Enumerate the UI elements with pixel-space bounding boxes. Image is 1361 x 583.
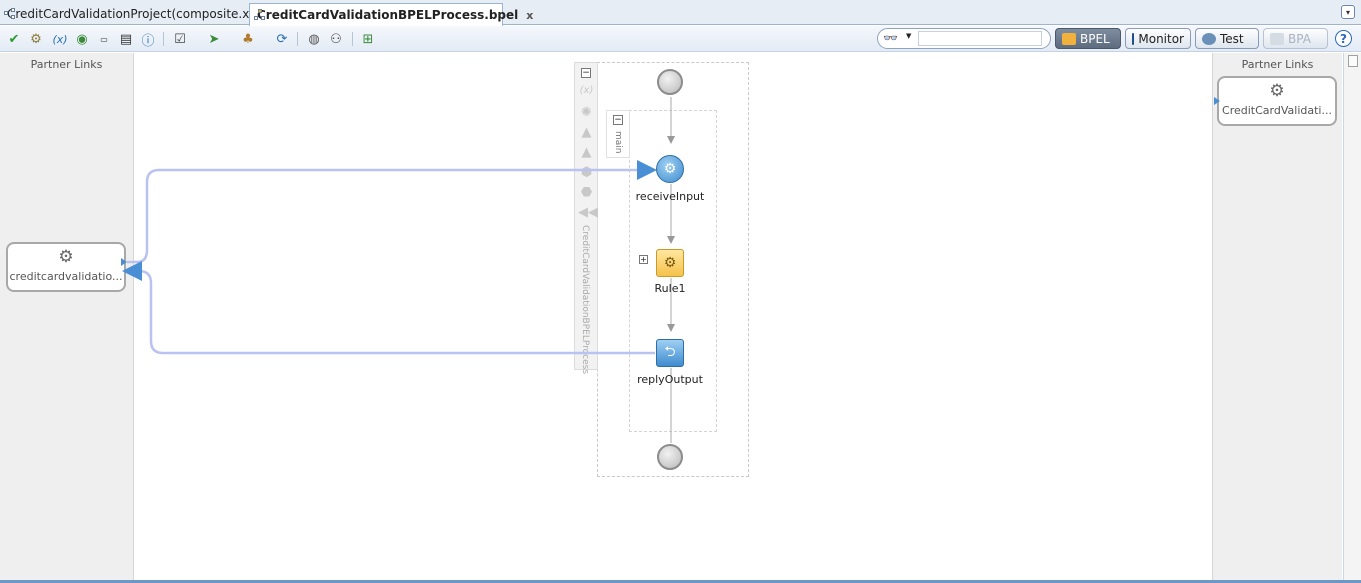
reply-activity-icon[interactable]: ⮌ xyxy=(656,339,684,367)
process-start-node xyxy=(657,69,683,95)
reply-activity-label[interactable]: replyOutput xyxy=(625,373,715,386)
receive-wire xyxy=(127,160,657,264)
business-rule-activity-icon[interactable]: ⚙ xyxy=(656,249,684,277)
vertical-scrollbar[interactable] xyxy=(1343,53,1361,581)
process-end-node xyxy=(657,444,683,470)
receive-activity-icon[interactable]: ⚙ xyxy=(656,155,684,183)
expand-icon[interactable]: + xyxy=(639,255,648,264)
bpel-editor-window: CreditCardValidationProject(composite.xm… xyxy=(0,0,1361,583)
reply-wire xyxy=(122,261,655,355)
scrollbar-thumb[interactable] xyxy=(1348,55,1358,67)
receive-activity-label[interactable]: receiveInput xyxy=(625,190,715,203)
partner-link-arrow-icon xyxy=(121,258,127,266)
rule-activity-label[interactable]: Rule1 xyxy=(625,282,715,295)
